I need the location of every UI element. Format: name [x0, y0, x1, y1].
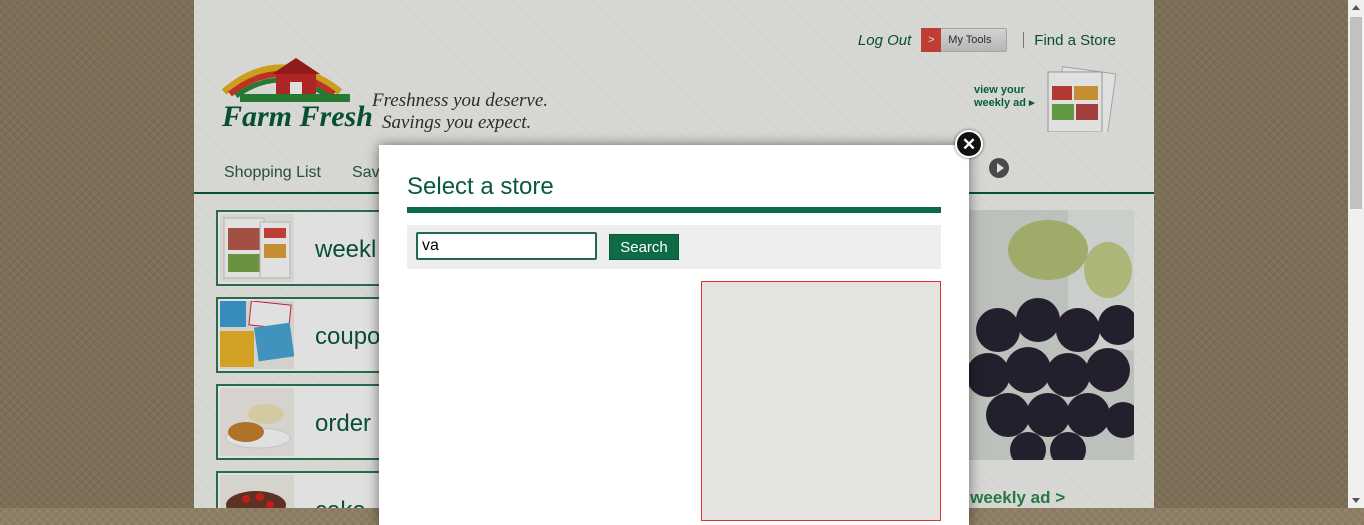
scroll-down-icon[interactable] [1348, 492, 1364, 508]
store-search-bar: Search [407, 225, 941, 269]
modal-title: Select a store [407, 173, 554, 200]
scroll-up-icon[interactable] [1348, 0, 1364, 16]
page-scrollbar[interactable] [1348, 0, 1364, 508]
store-map[interactable] [701, 281, 941, 521]
modal-title-rule [407, 207, 941, 213]
select-store-modal: Select a store Search [379, 145, 969, 525]
close-icon[interactable]: ✕ [955, 130, 983, 158]
store-search-input[interactable] [416, 232, 597, 260]
search-button[interactable]: Search [609, 234, 679, 260]
scrollbar-thumb[interactable] [1350, 17, 1362, 209]
